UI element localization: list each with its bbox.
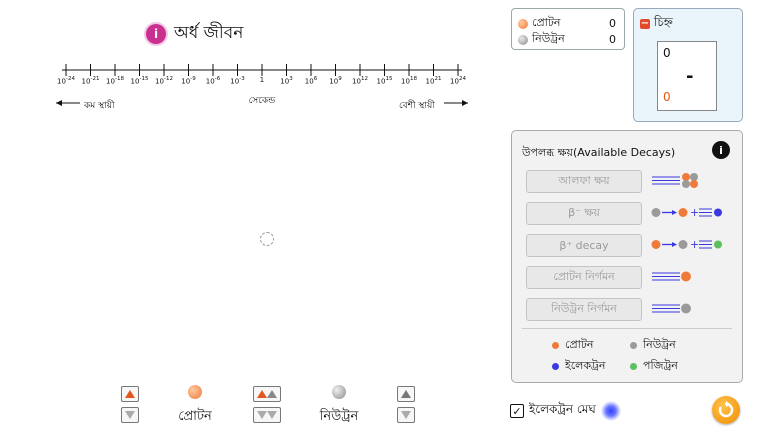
legend-proton: প্রোটন: [552, 336, 593, 355]
neutron-icon: [518, 34, 528, 45]
half-life-info-icon[interactable]: i: [146, 24, 166, 44]
half-life-timeline: 10-24 10-21 10-18 10-15 10-12 10-9 10-6 10-3 1 10…: [52, 58, 472, 118]
neutron-emission-button[interactable]: নিউট্রন নির্গমন: [526, 298, 642, 321]
reset-icon: [718, 401, 734, 418]
half-life-title: অর্ধ জীবন: [174, 23, 244, 43]
electron-legend-icon: [552, 363, 559, 370]
timeline-tick-label: 10-18: [106, 76, 124, 86]
arrow-down-icon: [401, 411, 411, 419]
charge-panel: − চিহ্ন 0 - 0: [633, 8, 743, 122]
legend-neutron-label: নিউট্রন: [643, 338, 676, 351]
timeline-tick-label: 103: [280, 76, 293, 86]
double-arrow-up-icon: [257, 390, 277, 398]
proton-legend-icon: [552, 342, 559, 349]
alpha-icon: [650, 170, 710, 191]
decays-info-icon[interactable]: i: [712, 141, 730, 159]
electron-cloud-toggle[interactable]: ✓ ইলেকট্রন মেঘ: [510, 401, 621, 421]
electron-cloud-label: ইলেকট্রন মেঘ: [529, 402, 596, 416]
proton-bucket-icon[interactable]: [188, 385, 202, 399]
charge-top-value: 0: [663, 46, 671, 60]
proton-emission-button[interactable]: প্রোটন নির্গমন: [526, 266, 642, 289]
charge-sign: -: [686, 66, 694, 87]
timeline-tick-label: 1018: [401, 76, 417, 86]
available-decays-title: উপলব্ধ ক্ষয়(Available Decays): [522, 146, 676, 159]
timeline-tick-label: 1012: [352, 76, 368, 86]
remove-nucleon-button[interactable]: [253, 407, 281, 423]
timeline-tick-label: 10-3: [230, 76, 245, 86]
beta-minus-decay-button[interactable]: β⁻ ক্ষয়: [526, 202, 642, 225]
half-life-header: i অর্ধ জীবন: [146, 20, 243, 48]
timeline-tick-label: 109: [329, 76, 342, 86]
charge-bottom-value: 0: [663, 90, 671, 104]
timeline-tick-label: 1015: [376, 76, 393, 86]
charge-title: চিহ্ন: [654, 15, 673, 29]
neutron-count-row: নিউট্রন 0: [518, 30, 616, 49]
legend-neutron: নিউট্রন: [630, 336, 676, 355]
neutron-emission-icon: [650, 298, 710, 319]
svg-text:+: +: [690, 238, 699, 251]
particle-count-panel: প্রোটন 0 নিউট্রন 0: [511, 8, 625, 50]
legend-electron: ইলেকট্রন: [552, 357, 605, 376]
reset-button[interactable]: [712, 396, 740, 424]
arrow-up-icon: [401, 390, 411, 398]
less-stable-label: কম স্থায়ী: [84, 101, 115, 111]
timeline-tick-label: 10-6: [205, 76, 221, 86]
beta-minus-icon: +: [650, 202, 730, 223]
more-stable-label: বেশী স্থায়ী: [399, 101, 435, 111]
legend-proton-label: প্রোটন: [565, 338, 594, 351]
electron-cloud-icon: [600, 401, 621, 421]
legend-electron-label: ইলেকট্রন: [565, 359, 606, 372]
legend-positron-label: পজিট্রন: [643, 359, 678, 372]
timeline-tick-label: 10-9: [181, 76, 196, 86]
double-arrow-down-icon: [257, 411, 277, 419]
add-neutron-button[interactable]: [397, 386, 415, 402]
collapse-icon[interactable]: −: [640, 19, 650, 29]
charge-panel-header[interactable]: − চিহ্ন: [640, 14, 673, 34]
neutron-count-value: 0: [609, 33, 616, 46]
electron-cloud-checkbox[interactable]: ✓: [510, 404, 524, 418]
neutron-bucket-icon[interactable]: [332, 385, 346, 399]
legend-divider: [522, 328, 732, 329]
timeline-tick-label: 106: [304, 76, 318, 86]
neutron-control-label: নিউট্রন: [319, 409, 359, 424]
add-nucleon-button[interactable]: [253, 386, 281, 402]
timeline-unit: সেকেন্ড: [248, 96, 276, 106]
alpha-decay-button[interactable]: আলফা ক্ষয়: [526, 170, 642, 193]
proton-emission-icon: [650, 266, 710, 287]
timeline-tick-label: 10-21: [81, 76, 100, 86]
arrow-down-icon: [125, 411, 135, 419]
timeline-tick-label: 1021: [425, 76, 442, 86]
remove-neutron-button[interactable]: [397, 407, 415, 423]
timeline-tick-label: 1024: [450, 76, 466, 86]
timeline-tick-label: 10-15: [130, 76, 149, 86]
arrow-up-icon: [125, 390, 135, 398]
proton-control-label: প্রোটন: [178, 409, 212, 424]
remove-proton-button[interactable]: [121, 407, 139, 423]
beta-plus-icon: +: [650, 234, 730, 255]
timeline-tick-label: 10-12: [155, 76, 173, 86]
neutron-legend-icon: [630, 342, 637, 349]
legend-positron: পজিট্রন: [630, 357, 678, 376]
charge-display: 0 - 0: [657, 41, 717, 111]
svg-text:+: +: [690, 206, 699, 219]
nucleus-placeholder: [260, 232, 274, 246]
available-decays-panel: উপলব্ধ ক্ষয়(Available Decays) i আলফা ক্…: [511, 130, 743, 383]
proton-icon: [518, 18, 528, 29]
timeline-tick-label: 1: [259, 76, 265, 84]
timeline-tick-label: 10-24: [57, 76, 75, 86]
neutron-count-label: নিউট্রন: [532, 32, 565, 45]
positron-legend-icon: [630, 363, 637, 370]
add-proton-button[interactable]: [121, 386, 139, 402]
proton-count-value: 0: [609, 17, 616, 30]
beta-plus-decay-button[interactable]: β⁺ decay: [526, 234, 642, 257]
